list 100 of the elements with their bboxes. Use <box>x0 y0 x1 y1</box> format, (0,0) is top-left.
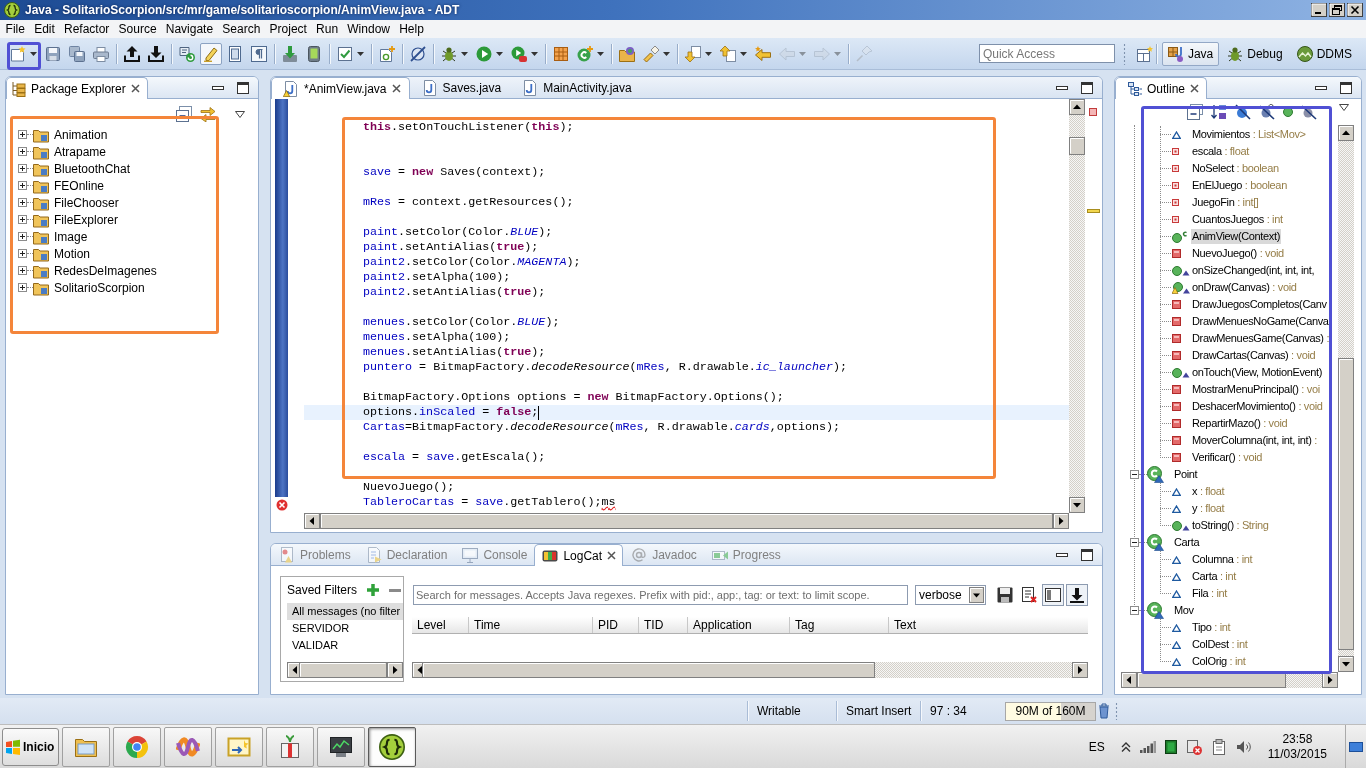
menu-item[interactable]: Refactor <box>59 22 114 36</box>
heap-meter[interactable]: 90M of 160M <box>1005 701 1096 721</box>
menu-item[interactable]: Search <box>217 22 265 36</box>
outline-item[interactable]: y : float <box>1191 501 1226 516</box>
tray-square-icon[interactable] <box>1164 739 1177 754</box>
horizontal-scrollbar[interactable] <box>287 662 403 678</box>
level-select[interactable]: verbose <box>915 585 986 605</box>
dropdown-arrow-icon[interactable] <box>596 51 604 56</box>
outline-item[interactable]: Fila : int <box>1191 586 1229 601</box>
outline-item[interactable]: toString() : String <box>1191 518 1270 533</box>
view-tab[interactable]: Problems <box>271 544 358 565</box>
device-error-icon[interactable] <box>1185 738 1202 755</box>
run-tool-icon[interactable] <box>510 45 527 62</box>
outline-item[interactable]: Verificar() : void <box>1191 450 1264 465</box>
menu-item[interactable]: Help <box>394 22 429 36</box>
outline-item[interactable]: Mov <box>1173 603 1195 618</box>
outline-item[interactable]: DrawMenuesNoGame(Canva <box>1191 314 1330 329</box>
speaker-icon[interactable] <box>1235 739 1252 754</box>
column-header[interactable]: Text <box>889 617 1088 633</box>
new-page-icon[interactable] <box>378 45 395 62</box>
taskbar-button[interactable] <box>317 726 365 767</box>
outline-item[interactable]: MostrarMenuPrincipal() : voi <box>1191 382 1321 397</box>
outline-item[interactable]: ColDest : int <box>1191 637 1249 652</box>
dropdown-arrow-icon[interactable] <box>460 51 468 56</box>
close-icon[interactable] <box>1190 84 1200 93</box>
expand-box-icon[interactable] <box>18 283 27 292</box>
column-header[interactable]: Time <box>469 617 593 633</box>
tree-item[interactable]: Animation <box>54 127 108 142</box>
outline-item[interactable]: x : float <box>1191 484 1226 499</box>
log-filter-field[interactable]: Search for messages. Accepts Java regexes. Prefix with pid:, app:, tag: or text: to limit scope. <box>413 585 908 605</box>
collapse-box-icon[interactable] <box>1130 606 1139 615</box>
close-icon[interactable] <box>130 84 140 93</box>
minimize-icon[interactable] <box>1315 85 1327 90</box>
add-window-icon[interactable] <box>1136 45 1153 62</box>
menu-item[interactable]: Edit <box>29 22 60 36</box>
minimize-icon[interactable] <box>1056 85 1068 90</box>
save-icon[interactable] <box>997 587 1013 603</box>
menu-item[interactable]: File <box>1 22 30 36</box>
save-icon[interactable] <box>44 45 61 62</box>
minimize-icon[interactable] <box>212 85 224 90</box>
tree-item[interactable]: RedesDeImagenes <box>54 263 157 278</box>
printer-icon[interactable] <box>92 45 109 62</box>
editor-tab[interactable]: Saves.java <box>409 77 511 98</box>
tree-item[interactable]: BluetoothChat <box>54 161 131 176</box>
outline-item[interactable]: DrawMenuesGame(Canvas) : <box>1191 331 1331 346</box>
outline-item[interactable]: DrawCartas(Canvas) : void <box>1191 348 1317 363</box>
outline-item[interactable]: JuegoFin : int[] <box>1191 195 1260 210</box>
dropdown-arrow-icon[interactable] <box>969 587 984 603</box>
filter-item[interactable]: All messages (no filter <box>287 603 403 620</box>
expand-box-icon[interactable] <box>18 164 27 173</box>
save-all-icon[interactable] <box>68 45 85 62</box>
editor-tab[interactable]: *AnimView.java <box>271 77 410 99</box>
crossed-dot-icon[interactable] <box>1301 104 1317 120</box>
quick-access-field[interactable]: Quick Access <box>978 44 1115 63</box>
expand-box-icon[interactable] <box>18 130 27 139</box>
dropdown-arrow-icon[interactable] <box>356 51 364 56</box>
tree-item[interactable]: Image <box>54 229 88 244</box>
view-tab[interactable]: Package Explorer <box>6 77 148 99</box>
outline-item[interactable]: EnElJuego : boolean <box>1191 178 1288 193</box>
text-block-icon[interactable] <box>226 45 243 62</box>
view-tab[interactable]: Javadoc <box>623 544 704 565</box>
collapse-all-icon[interactable] <box>1187 104 1203 120</box>
tree-item[interactable]: Atrapame <box>54 144 107 159</box>
collapse-box-icon[interactable] <box>1130 538 1139 547</box>
menu-item[interactable]: Run <box>311 22 343 36</box>
outline-item[interactable]: NuevoJuego() : void <box>1191 246 1285 261</box>
column-header[interactable]: TID <box>639 617 688 633</box>
add-icon[interactable] <box>367 584 380 596</box>
view-menu-icon[interactable] <box>235 110 245 118</box>
minimize-icon[interactable] <box>1311 3 1327 17</box>
close-icon[interactable] <box>391 84 401 93</box>
tree-item[interactable]: FileChooser <box>54 195 119 210</box>
outline-item[interactable]: ColOrig : int <box>1191 654 1247 669</box>
expand-box-icon[interactable] <box>18 181 27 190</box>
show-desktop-icon[interactable] <box>1349 741 1363 752</box>
grid-package-icon[interactable] <box>552 45 569 62</box>
filter-item[interactable]: SERVIDOR <box>287 620 403 637</box>
outline-item[interactable]: onDraw(Canvas) : void <box>1191 280 1298 295</box>
left-arrow-star-icon[interactable] <box>754 45 771 62</box>
expand-box-icon[interactable] <box>18 147 27 156</box>
dropdown-arrow-icon[interactable] <box>495 51 503 56</box>
view-tab[interactable]: Progress <box>703 544 788 565</box>
bug-icon[interactable] <box>440 45 457 62</box>
expand-box-icon[interactable] <box>18 266 27 275</box>
crossed-circle-icon[interactable] <box>409 45 426 62</box>
perspective-button[interactable]: Debug <box>1221 41 1289 66</box>
outline-item[interactable]: AnimView(Context) <box>1191 229 1281 244</box>
crossed-dot-icon[interactable] <box>1259 104 1275 120</box>
upload-icon[interactable] <box>123 45 140 62</box>
clear-log-icon[interactable] <box>1021 587 1037 603</box>
tree-item[interactable]: FEOnline <box>54 178 105 193</box>
perspective-button[interactable]: Java <box>1161 41 1220 66</box>
outline-item[interactable]: DrawJuegosCompletos(Canv <box>1191 297 1328 312</box>
view-menu-icon[interactable] <box>1339 104 1349 111</box>
expand-box-icon[interactable] <box>18 198 27 207</box>
chevron-up-icon[interactable] <box>1120 741 1131 752</box>
expand-box-icon[interactable] <box>18 232 27 241</box>
perspective-button[interactable]: DDMS <box>1290 41 1358 66</box>
close-icon[interactable] <box>607 551 617 560</box>
outline-item[interactable]: CuantosJuegos : int <box>1191 212 1284 227</box>
